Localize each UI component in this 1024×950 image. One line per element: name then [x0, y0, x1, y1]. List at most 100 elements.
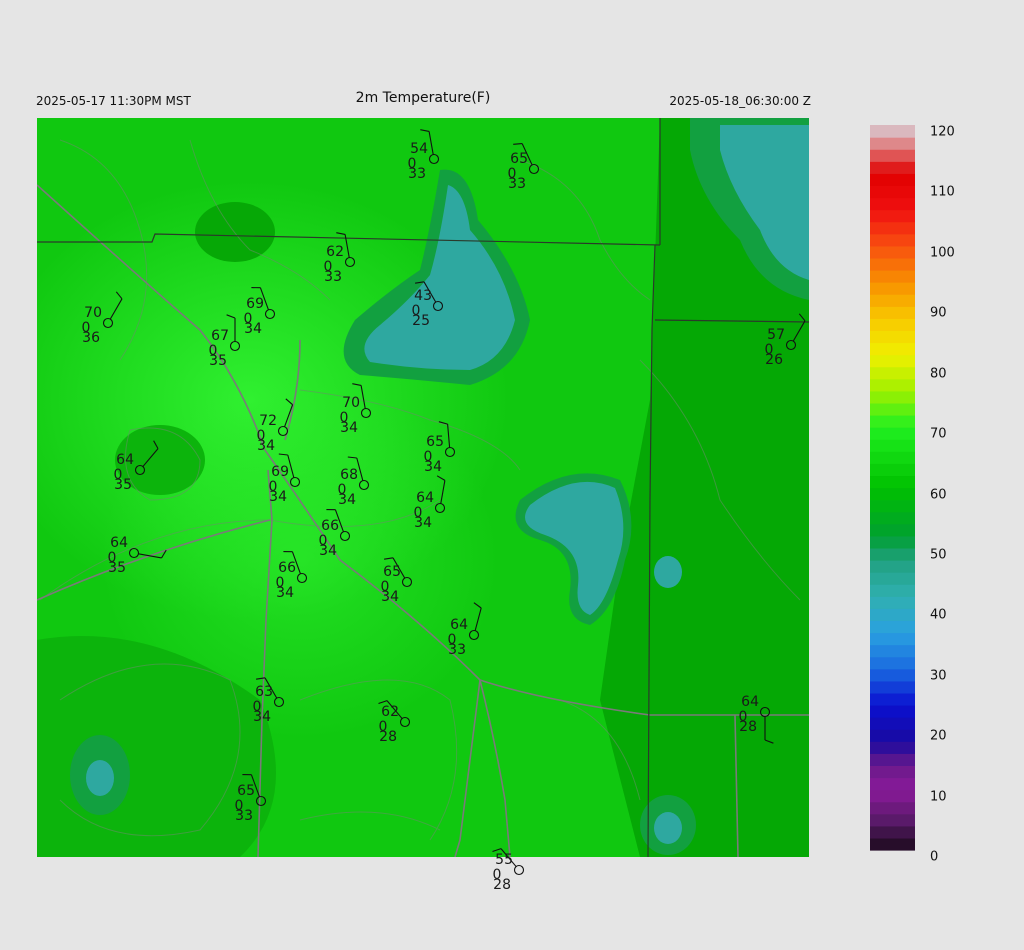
- station-temperature: 65: [383, 564, 401, 580]
- station-dewpoint: 34: [381, 589, 399, 605]
- colorbar-band: [870, 620, 915, 634]
- station-temperature: 57: [767, 327, 785, 343]
- colorbar-band: [870, 680, 915, 694]
- colorbar-label: 40: [930, 607, 947, 623]
- station-dewpoint: 35: [209, 353, 227, 369]
- station-dewpoint: 34: [257, 438, 275, 454]
- station-dewpoint: 34: [244, 321, 262, 337]
- station-dewpoint: 36: [82, 330, 100, 346]
- station-temperature: 70: [84, 305, 102, 321]
- station-temperature: 62: [381, 704, 399, 720]
- station-dewpoint: 34: [424, 459, 442, 475]
- colorbar-band: [870, 632, 915, 646]
- station-dewpoint: 35: [114, 477, 132, 493]
- colorbar-band: [870, 378, 915, 392]
- colorbar: [870, 125, 915, 851]
- station-dewpoint: 34: [276, 585, 294, 601]
- colorbar-band: [870, 282, 915, 295]
- colorbar-band: [870, 584, 915, 597]
- colorbar-band: [870, 161, 915, 174]
- colorbar-band: [870, 692, 915, 706]
- colorbar-band: [870, 439, 915, 452]
- colorbar-band: [870, 753, 915, 767]
- colorbar-band: [870, 487, 915, 501]
- colorbar-band: [870, 741, 915, 754]
- colorbar-label: 60: [930, 487, 947, 502]
- station-temperature: 65: [426, 434, 444, 450]
- colorbar-band: [870, 801, 915, 815]
- colorbar-band: [870, 125, 915, 138]
- colorbar-band: [870, 427, 915, 440]
- colorbar-band: [870, 765, 915, 779]
- station-temperature: 67: [211, 328, 229, 344]
- colorbar-band: [870, 475, 915, 489]
- colorbar-band: [870, 608, 915, 622]
- colorbar-label: 110: [930, 184, 955, 200]
- colorbar-band: [870, 354, 915, 368]
- station-dewpoint: 33: [408, 166, 426, 182]
- station-dewpoint: 34: [414, 515, 432, 531]
- colorbar-band: [870, 330, 915, 344]
- station-circle: [513, 864, 525, 876]
- colorbar-band: [870, 209, 915, 223]
- station-temperature: 64: [741, 694, 759, 710]
- colorbar-band: [870, 596, 915, 609]
- station-temperature: 62: [326, 244, 344, 260]
- colorbar-band: [870, 825, 915, 839]
- colorbar-band: [870, 705, 915, 718]
- station-dewpoint: 33: [324, 269, 342, 285]
- station-temperature: 66: [321, 518, 339, 534]
- station-dewpoint: 34: [269, 489, 287, 505]
- station-temperature: 69: [246, 296, 264, 312]
- colorbar-band: [870, 572, 915, 585]
- station-dewpoint: 33: [508, 176, 526, 192]
- colorbar-band: [870, 644, 915, 658]
- colorbar-label: 0: [930, 849, 939, 865]
- colorbar-band: [870, 390, 915, 404]
- colorbar-band: [870, 233, 915, 247]
- colorbar-band: [870, 837, 915, 851]
- colorbar-label: 10: [930, 789, 947, 805]
- colorbar-band: [870, 463, 915, 477]
- colorbar-label: 50: [930, 547, 947, 563]
- station-dewpoint: 26: [765, 352, 783, 368]
- colorbar-band: [870, 717, 915, 730]
- station-dewpoint: 34: [319, 543, 337, 559]
- colorbar-band: [870, 560, 915, 573]
- wind-barb-flag: [513, 143, 523, 145]
- colorbar-label: 70: [930, 426, 947, 442]
- colorbar-band: [870, 499, 915, 513]
- station-dewpoint: 34: [338, 492, 356, 508]
- colorbar-label: 100: [930, 245, 955, 261]
- colorbar-band: [870, 185, 915, 199]
- station-dewpoint: 35: [108, 560, 126, 576]
- station-temperature: 70: [342, 395, 360, 411]
- station-temperature: 64: [450, 617, 468, 633]
- colorbar-label: 90: [930, 305, 947, 321]
- colorbar-band: [870, 451, 915, 464]
- station-dewpoint: 28: [379, 729, 397, 745]
- colorbar-band: [870, 668, 915, 682]
- colorbar-band: [870, 813, 915, 827]
- station-temperature: 43: [414, 288, 432, 304]
- station-dewpoint: 28: [493, 877, 511, 893]
- station-temperature: 69: [271, 464, 289, 480]
- colorbar-band: [870, 777, 915, 791]
- station-temperature: 64: [110, 535, 128, 551]
- station-temperature: 55: [495, 852, 513, 868]
- colorbar-band: [870, 366, 915, 380]
- colorbar-band: [870, 342, 915, 356]
- station-dewpoint: 34: [340, 420, 358, 436]
- station-dewpoint: 34: [253, 709, 271, 725]
- colorbar-band: [870, 656, 915, 670]
- colorbar-band: [870, 511, 915, 525]
- colorbar-band: [870, 535, 915, 549]
- colorbar-band: [870, 257, 915, 271]
- colorbar-band: [870, 197, 915, 211]
- station-temperature: 72: [259, 413, 277, 429]
- colorbar-band: [870, 137, 915, 150]
- station-temperature: 65: [237, 783, 255, 799]
- colorbar-label: 30: [930, 668, 947, 684]
- colorbar-band: [870, 415, 915, 428]
- station-temperature: 64: [116, 452, 134, 468]
